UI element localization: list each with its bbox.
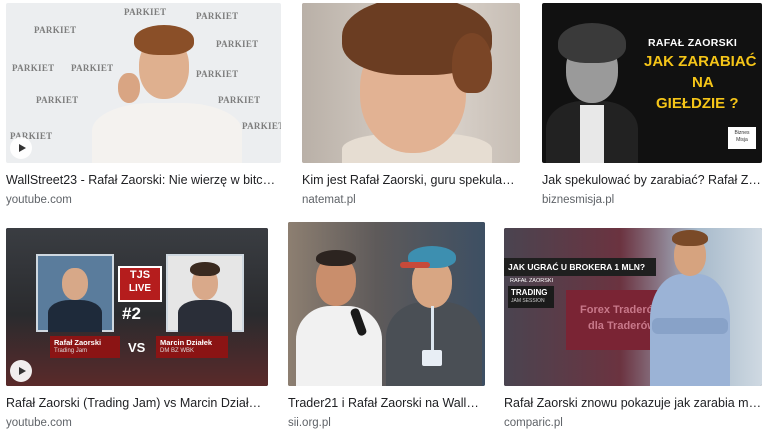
- person-hair: [316, 250, 356, 266]
- right-portrait-frame: [166, 254, 244, 332]
- lanyard: [431, 306, 434, 352]
- left-name-bar: Rafał Zaorski Trading Jam: [50, 336, 120, 358]
- parkiet-watermark: PARKIET: [12, 63, 55, 73]
- vs-label: VS: [128, 340, 146, 355]
- tjs-live-badge: TJS LIVE: [118, 266, 162, 302]
- person-body: [178, 300, 232, 332]
- play-icon[interactable]: [10, 360, 32, 382]
- headline-banner: JAK UGRAĆ U BROKERA 1 MLN?: [504, 258, 656, 276]
- result-thumbnail-6[interactable]: Forex Traderów dla Traderów JAK UGRAĆ U …: [504, 228, 762, 386]
- person-hand: [118, 73, 140, 103]
- right-sub: DM BZ WBK: [160, 348, 194, 354]
- badge-line2: LIVE: [128, 283, 152, 294]
- overlay-line2: NA: [692, 74, 714, 91]
- person-body: [92, 103, 242, 163]
- headline-sub: RAFAŁ ZAORSKI: [510, 278, 554, 284]
- tag-line2: JAM SESSION: [511, 298, 545, 304]
- parkiet-watermark: PARKIET: [196, 69, 239, 79]
- parkiet-watermark: PARKIET: [124, 7, 167, 17]
- person-arms: [652, 318, 728, 334]
- result-card-1[interactable]: PARKIET PARKIET PARKIET PARKIET PARKIET …: [6, 3, 281, 207]
- result-thumbnail-3[interactable]: RAFAŁ ZAORSKI JAK ZARABIAĆ NA GIEŁDZIE ?…: [542, 3, 762, 163]
- badge-line1: TJS: [129, 269, 151, 281]
- parkiet-watermark: PARKIET: [196, 11, 239, 21]
- episode-number: #2: [122, 304, 141, 323]
- result-title-3[interactable]: Jak spekulować by zarabiać? Rafał Zao...: [542, 172, 762, 188]
- result-source-6[interactable]: comparic.pl: [504, 416, 762, 430]
- result-source-4[interactable]: youtube.com: [6, 416, 268, 430]
- headline-text: JAK UGRAĆ U BROKERA 1 MLN?: [508, 262, 646, 272]
- parkiet-watermark: PARKIET: [71, 63, 114, 73]
- person-shirt: [580, 105, 604, 163]
- result-card-6[interactable]: Forex Traderów dla Traderów JAK UGRAĆ U …: [504, 228, 762, 430]
- biznes-misja-logo: Biznes Misja: [728, 127, 756, 149]
- parkiet-watermark: PARKIET: [242, 121, 281, 131]
- parkiet-watermark: PARKIET: [36, 95, 79, 105]
- tag-line1: TRADING: [511, 288, 548, 297]
- result-thumbnail-2[interactable]: [302, 3, 520, 163]
- right-name: Marcin Działek: [160, 338, 213, 347]
- result-thumbnail-4[interactable]: TJS LIVE #2 Rafał Zaorski Trading Jam VS…: [6, 228, 268, 386]
- parkiet-watermark: PARKIET: [218, 95, 261, 105]
- result-thumbnail-1[interactable]: PARKIET PARKIET PARKIET PARKIET PARKIET …: [6, 3, 281, 163]
- result-card-3[interactable]: RAFAŁ ZAORSKI JAK ZARABIAĆ NA GIEŁDZIE ?…: [542, 3, 762, 207]
- person-hair: [558, 23, 626, 63]
- person-hair: [190, 262, 220, 276]
- result-source-5[interactable]: sii.org.pl: [288, 416, 485, 430]
- overlay-line1: JAK ZARABIAĆ: [644, 53, 757, 70]
- result-title-2[interactable]: Kim jest Rafał Zaorski, guru spekulantów…: [302, 172, 520, 188]
- person-body: [48, 300, 102, 332]
- left-sub: Trading Jam: [54, 348, 88, 354]
- person-hair: [672, 230, 708, 246]
- bg-text-2: dla Traderów: [588, 320, 656, 332]
- result-title-5[interactable]: Trader21 i Rafał Zaorski na WallStre...: [288, 395, 485, 411]
- left-name: Rafał Zaorski: [54, 338, 102, 347]
- result-thumbnail-5[interactable]: [288, 222, 485, 386]
- result-card-4[interactable]: TJS LIVE #2 Rafał Zaorski Trading Jam VS…: [6, 228, 268, 430]
- play-icon[interactable]: [10, 137, 32, 159]
- parkiet-watermark: PARKIET: [34, 25, 77, 35]
- left-portrait-frame: [36, 254, 114, 332]
- badge-card: [422, 350, 442, 366]
- person-body: [386, 302, 482, 386]
- result-card-2[interactable]: Kim jest Rafał Zaorski, guru spekulantów…: [302, 3, 520, 207]
- right-name-bar: Marcin Działek DM BZ WBK: [156, 336, 228, 358]
- person-hair-side: [452, 33, 492, 93]
- overlay-line3: GIEŁDZIE ?: [656, 95, 739, 112]
- result-title-6[interactable]: Rafał Zaorski znowu pokazuje jak zarabia…: [504, 395, 762, 411]
- result-title-4[interactable]: Rafał Zaorski (Trading Jam) vs Marcin Dz…: [6, 395, 268, 411]
- person-body: [296, 306, 382, 386]
- cap-brim: [400, 262, 430, 268]
- trading-tag: TRADING JAM SESSION: [508, 286, 554, 308]
- person-face: [62, 268, 88, 300]
- result-card-5[interactable]: Trader21 i Rafał Zaorski na WallStre... …: [288, 222, 485, 430]
- overlay-name: RAFAŁ ZAORSKI: [648, 37, 738, 49]
- result-source-2[interactable]: natemat.pl: [302, 193, 520, 207]
- result-source-3[interactable]: biznesmisja.pl: [542, 193, 762, 207]
- result-source-1[interactable]: youtube.com: [6, 193, 281, 207]
- result-title-1[interactable]: WallStreet23 - Rafał Zaorski: Nie wierzę…: [6, 172, 281, 188]
- parkiet-watermark: PARKIET: [216, 39, 259, 49]
- person-hair: [134, 25, 194, 55]
